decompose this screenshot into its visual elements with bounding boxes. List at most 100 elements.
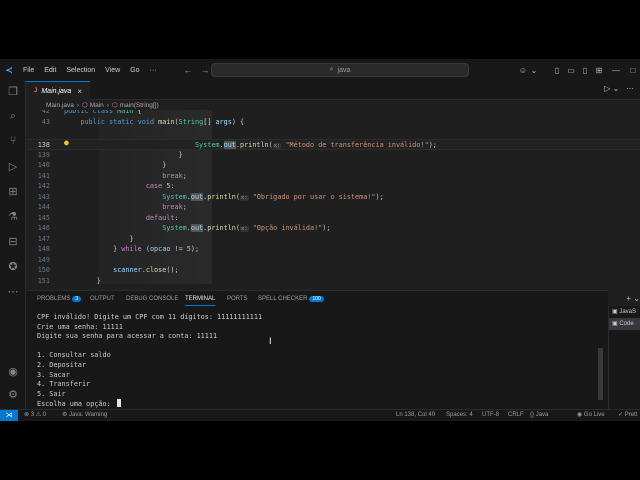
terminal-list-item-java[interactable]: ▣ JavaS	[609, 306, 640, 318]
terminal-line: 4. Transferir	[37, 380, 91, 389]
code-text: }	[64, 161, 167, 169]
menu-view[interactable]: View	[100, 67, 125, 74]
code-line[interactable]: 150 scanner.close();	[26, 265, 640, 276]
code-line[interactable]: 149	[26, 255, 640, 266]
code-line[interactable]: 138 System.out.println(x: "Método de tra…	[26, 139, 640, 150]
extensions-icon[interactable]: ⊞	[0, 185, 26, 198]
vscode-logo-icon: ≺	[5, 64, 13, 75]
warnings-count: 0	[42, 412, 47, 418]
run-debug-icon[interactable]: ▷	[0, 160, 26, 173]
method-icon: ⬡	[111, 102, 118, 109]
terminal-line: 1. Consultar saldo	[37, 351, 111, 360]
tab-main-java[interactable]: J Main.java ×	[26, 81, 90, 100]
code-line[interactable]: 144 break;	[26, 202, 640, 213]
run-icon[interactable]: ▷ ⌄ ⋯	[604, 84, 634, 93]
more-views-icon[interactable]: ⋯	[0, 285, 26, 298]
menu-file[interactable]: File	[18, 67, 39, 74]
tab-spell-checker[interactable]: SPELL CHECKER 100	[258, 294, 324, 306]
menu-edit[interactable]: Edit	[39, 67, 61, 74]
terminal-line: 2. Depositar	[37, 360, 87, 369]
editor-tabs: J Main.java × ▷ ⌄ ⋯	[26, 81, 640, 100]
testing-icon[interactable]: ⚗	[0, 210, 26, 223]
terminal-cursor	[116, 399, 121, 408]
code-editor[interactable]: 42 public class Main {43 public static vo…	[26, 110, 640, 284]
close-icon[interactable]: ×	[77, 87, 82, 96]
line-number: 144	[37, 203, 50, 211]
terminal-list-item-code[interactable]: ▣ Code	[609, 318, 640, 330]
terminal-output[interactable]: CPF inválido! Digite um CPF com 11 dígit…	[37, 313, 597, 409]
chevron-down-icon[interactable]: ⌄	[530, 66, 538, 75]
menu-more[interactable]: ···	[145, 67, 162, 74]
maximize-icon[interactable]: □	[626, 66, 640, 75]
code-line[interactable]: 146 System.out.println(x: "Opção inválid…	[26, 223, 640, 234]
tab-spell-checker-label: SPELL CHECKER	[258, 296, 308, 302]
errors-status[interactable]: ⊗ 3 ⚠ 0	[24, 410, 46, 421]
problems-badge: 3	[72, 296, 82, 302]
minimize-icon[interactable]: —	[606, 66, 626, 75]
code-line[interactable]: 142 case 5:	[26, 181, 640, 192]
code-line[interactable]: 147 }	[26, 234, 640, 245]
copilot-icon[interactable]: ☺	[516, 66, 530, 75]
java-status[interactable]: ⚙ Java: Warning	[62, 410, 107, 421]
code-line[interactable]: 140 }	[26, 160, 640, 171]
code-line[interactable]: 145 default:	[26, 213, 640, 224]
menu-selection[interactable]: Selection	[61, 67, 100, 74]
tab-debug-console[interactable]: DEBUG CONSOLE	[126, 294, 178, 306]
titlebar-controls: ☺ ⌄ ▯ ▭ ▯ ⊞ — □	[516, 59, 640, 81]
tab-ports[interactable]: PORTS	[227, 294, 248, 306]
menu-go[interactable]: Go	[125, 67, 144, 74]
go-live-button[interactable]: ◉ Go Live	[577, 410, 605, 421]
tab-output[interactable]: OUTPUT	[90, 294, 115, 306]
line-number: 142	[37, 182, 50, 190]
code-text: }	[64, 234, 134, 243]
lightbulb-icon[interactable]: ●	[64, 138, 69, 147]
source-control-icon[interactable]: ⑂	[0, 135, 26, 147]
line-number: 151	[37, 276, 50, 285]
layout-icon[interactable]: ⊞	[592, 66, 606, 75]
remote-indicator-icon[interactable]: ⋊	[0, 410, 18, 421]
toggle-panel-icon[interactable]: ▭	[564, 66, 578, 75]
search-icon[interactable]: ⌕	[0, 110, 26, 123]
back-arrow-icon[interactable]: ←	[184, 65, 193, 75]
line-ending[interactable]: CRLF	[508, 410, 524, 421]
accounts-icon[interactable]: ◉	[0, 365, 26, 378]
terminal-list-label: Code	[619, 321, 634, 327]
tab-terminal[interactable]: TERMINAL	[185, 294, 216, 306]
terminal-list: ▣ JavaS ▣ Code	[608, 306, 640, 409]
code-line[interactable]: 141 break;	[26, 171, 640, 182]
terminal-line: 5. Sair	[37, 389, 66, 398]
code-line[interactable]: 43 public static void main(String[] args…	[26, 117, 640, 128]
code-text: public static void main(String[] args) {	[80, 117, 245, 126]
settings-gear-icon[interactable]: ⚙	[0, 388, 26, 401]
command-center-search[interactable]: ⌕ java	[211, 63, 469, 77]
copilot-chat-icon[interactable]: ✪	[0, 260, 26, 273]
code-text: } while (opcao != 5);	[64, 245, 200, 253]
encoding[interactable]: UTF-8	[482, 410, 499, 421]
cursor-position[interactable]: Ln 138, Col 40	[396, 410, 435, 421]
forward-arrow-icon[interactable]: →	[201, 65, 210, 75]
language-label: Java	[535, 412, 549, 418]
line-number: 141	[37, 171, 50, 180]
breadcrumb-class[interactable]: Main	[90, 102, 104, 109]
terminal-scrollbar[interactable]	[598, 348, 603, 400]
toggle-sidebar-icon[interactable]: ▯	[550, 66, 564, 75]
code-line[interactable]: 143 System.out.println(x: "Obrigado por …	[26, 192, 640, 203]
tab-problems[interactable]: PROBLEMS 3	[37, 294, 82, 306]
code-text: break;	[162, 171, 187, 180]
code-line[interactable]: 139 }	[26, 150, 640, 161]
toggle-secondary-sidebar-icon[interactable]: ▯	[578, 66, 592, 75]
breadcrumb-file[interactable]: Main.java	[46, 102, 74, 109]
terminal-line: Crie uma senha: 11111	[37, 322, 123, 331]
code-line[interactable]: 151 }	[26, 276, 640, 285]
new-terminal-icon[interactable]: + ⌄	[626, 294, 640, 303]
code-line[interactable]: 148 } while (opcao != 5);	[26, 244, 640, 255]
prettier-status[interactable]: ✓ Prett	[618, 410, 637, 421]
terminal-icon: ▣	[612, 309, 618, 315]
terminal-list-label: JavaS	[619, 309, 637, 315]
breadcrumb-method[interactable]: main(String[])	[120, 102, 159, 109]
class-icon: ⬡	[82, 102, 88, 109]
language-mode[interactable]: {} Java	[530, 410, 548, 421]
remote-explorer-icon[interactable]: ⊟	[0, 235, 26, 248]
indentation[interactable]: Spaces: 4	[446, 410, 473, 421]
explorer-icon[interactable]: ❐	[0, 85, 26, 98]
